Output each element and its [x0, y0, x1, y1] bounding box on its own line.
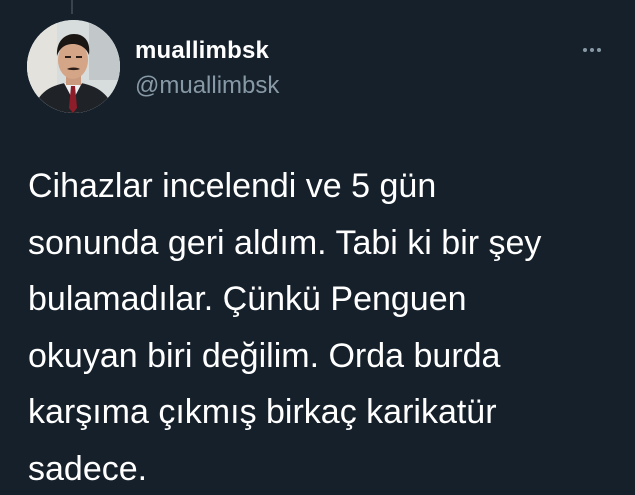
tweet-text-line: bulamadılar. Çünkü Penguen — [28, 280, 467, 319]
tweet-card[interactable]: muallimbsk @muallimbsk Cihazlar incelend… — [0, 0, 635, 495]
tweet-text: Cihazlar incelendi ve 5 gün sonunda geri… — [28, 158, 623, 495]
tweet-text-line: okuyan biri değilim. Orda burda — [28, 336, 501, 375]
author-display-name[interactable]: muallimbsk — [135, 37, 269, 65]
tweet-text-line: karşıma çıkmış birkaç karikatür — [28, 393, 497, 432]
thread-connector-line — [71, 0, 73, 14]
tweet-text-line: sadece. — [28, 449, 148, 488]
tweet-text-line: Cihazlar incelendi ve 5 gün — [28, 167, 437, 205]
more-options-button[interactable] — [574, 38, 610, 62]
tweet-text-line: sonunda geri aldım. Tabi ki bir şey — [28, 223, 542, 262]
more-horizontal-icon — [583, 48, 601, 52]
avatar-image — [27, 20, 120, 113]
author-handle[interactable]: @muallimbsk — [135, 72, 279, 100]
avatar[interactable] — [27, 20, 120, 113]
